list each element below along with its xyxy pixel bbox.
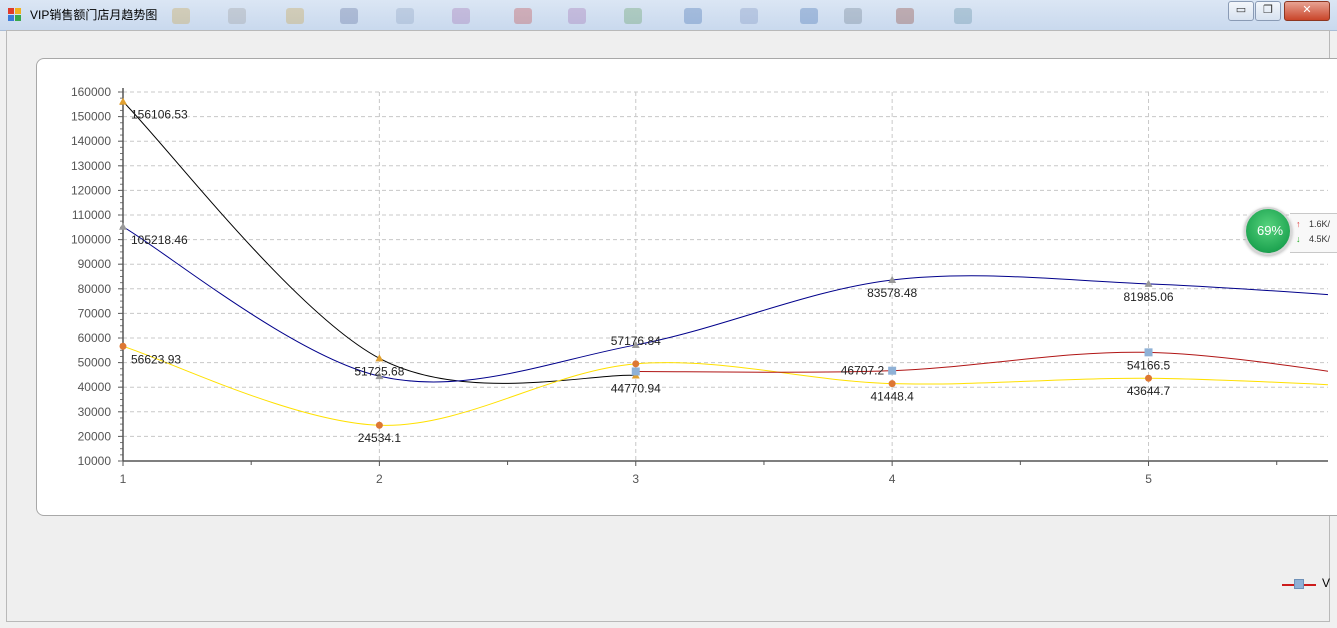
legend-marker-swatch: [1294, 579, 1304, 589]
y-tick-label: 110000: [72, 208, 111, 222]
data-label: 83578.48: [867, 286, 917, 300]
data-label: 57176.84: [611, 334, 661, 348]
upload-speed: 1.6K/: [1309, 219, 1331, 229]
data-label: 156106.53: [131, 108, 188, 122]
network-speed-widget[interactable]: ↑ 1.6K/ ↓ 4.5K/ 69%: [1244, 207, 1337, 255]
x-tick-label: 3: [632, 472, 639, 486]
y-tick-label: 100000: [71, 233, 111, 247]
y-tick-label: 120000: [71, 183, 111, 197]
data-label: 46707.2: [841, 364, 885, 378]
legend-entry: V: [1322, 576, 1331, 590]
y-tick-label: 90000: [78, 257, 112, 271]
data-label: 105218.46: [131, 233, 188, 247]
series-lines: [122, 101, 1328, 426]
y-tick-label: 150000: [71, 110, 111, 124]
y-tick-label: 80000: [78, 282, 112, 296]
data-label: 43644.7: [1127, 384, 1171, 398]
data-point: [119, 342, 127, 350]
chart-legend: V: [1282, 576, 1337, 594]
data-point: [375, 354, 384, 362]
trend-chart: 10000 20000 30000 40000 50000 60000 70000 80000…: [71, 85, 1328, 486]
data-point: [888, 380, 896, 388]
y-tick-label: 40000: [78, 380, 112, 394]
x-tick-label: 4: [889, 472, 896, 486]
y-tick-label: 10000: [78, 454, 112, 468]
grid-lines: [123, 91, 1328, 461]
data-point: [1145, 374, 1153, 382]
download-arrow-icon: ↓: [1296, 234, 1301, 244]
data-point: [631, 367, 640, 376]
y-tick-label: 60000: [78, 331, 112, 345]
data-label: 24534.1: [358, 431, 402, 445]
data-label: 56623.93: [131, 352, 181, 366]
y-tick-label: 140000: [71, 134, 111, 148]
y-tick-label: 20000: [78, 429, 112, 443]
data-label: 41448.4: [870, 390, 914, 404]
data-label: 54166.5: [1127, 358, 1171, 372]
usage-percent: 69%: [1256, 223, 1284, 238]
data-point: [1144, 348, 1153, 357]
upload-arrow-icon: ↑: [1296, 219, 1301, 229]
data-label: 44770.94: [611, 381, 661, 395]
data-point: [119, 222, 127, 230]
data-label: 81985.06: [1124, 290, 1174, 304]
x-tick-label: 2: [376, 472, 383, 486]
data-point: [888, 366, 897, 375]
y-tick-label: 130000: [71, 159, 111, 173]
download-speed: 4.5K/: [1309, 234, 1331, 244]
y-tick-label: 30000: [78, 405, 112, 419]
x-tick-label: 5: [1145, 472, 1152, 486]
axes: 10000 20000 30000 40000 50000 60000 70000 80000…: [71, 85, 1328, 486]
data-point: [632, 360, 640, 368]
data-label: 51725.68: [354, 364, 404, 378]
speed-panel: ↑ 1.6K/ ↓ 4.5K/: [1290, 213, 1337, 253]
y-tick-label: 70000: [78, 306, 112, 320]
usage-gauge: 69%: [1244, 207, 1292, 255]
y-tick-label: 50000: [78, 356, 112, 370]
data-point: [375, 421, 383, 429]
x-tick-label: 1: [120, 472, 127, 486]
y-tick-label: 160000: [71, 85, 111, 99]
